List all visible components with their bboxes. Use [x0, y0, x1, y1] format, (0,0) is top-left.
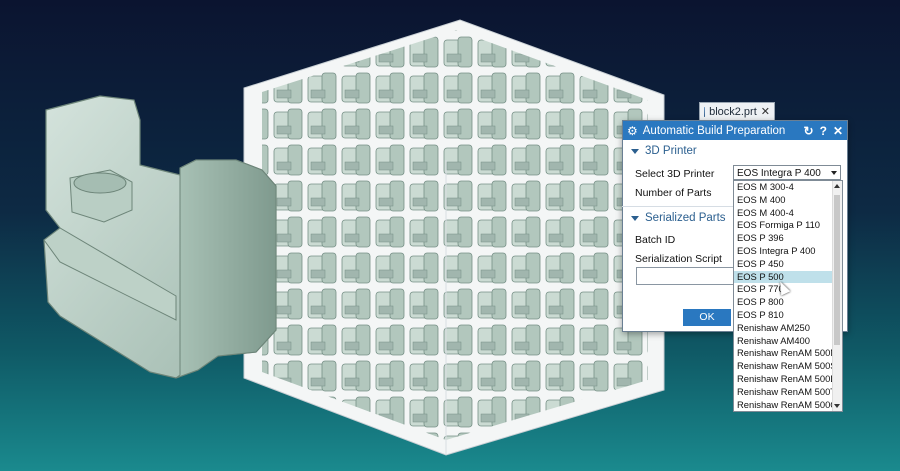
- dropdown-option[interactable]: Renishaw AM250: [734, 322, 842, 335]
- dropdown-option[interactable]: EOS P 450: [734, 258, 842, 271]
- serialized-section-title: Serialized Parts: [645, 212, 726, 224]
- dropdown-option[interactable]: Renishaw AM400: [734, 335, 842, 348]
- file-tab-label: block2.prt: [709, 105, 757, 118]
- file-tab[interactable]: block2.prt ✕: [699, 102, 775, 120]
- section-divider: [622, 206, 734, 207]
- dropdown-option[interactable]: EOS M 400: [734, 194, 842, 207]
- chevron-down-icon: [831, 171, 837, 175]
- close-tab-icon[interactable]: ✕: [761, 105, 770, 118]
- dropdown-option[interactable]: EOS M 300-4: [734, 181, 842, 194]
- scroll-up-icon[interactable]: [834, 184, 840, 188]
- part-file-icon: [704, 106, 706, 117]
- scroll-down-icon[interactable]: [834, 404, 840, 408]
- dropdown-option[interactable]: EOS Integra P 400: [734, 245, 842, 258]
- ok-button[interactable]: OK: [683, 309, 731, 326]
- dropdown-option[interactable]: EOS M 400-4: [734, 207, 842, 220]
- gear-icon: ⚙: [627, 123, 638, 138]
- dropdown-option[interactable]: Renishaw RenAM 500T: [734, 386, 842, 399]
- collapse-triangle-icon: [631, 148, 639, 154]
- reset-icon[interactable]: ↻: [804, 124, 814, 138]
- serialization-script-label: Serialization Script: [635, 252, 722, 265]
- dropdown-option[interactable]: Renishaw RenAM 500M: [734, 347, 842, 360]
- dropdown-option[interactable]: Renishaw RenAM 500Q: [734, 399, 842, 411]
- help-icon[interactable]: ?: [820, 124, 827, 138]
- dropdown-option[interactable]: EOS P 396: [734, 232, 842, 245]
- printer-select-value: EOS Integra P 400: [737, 168, 821, 179]
- printer-section-header[interactable]: 3D Printer: [623, 141, 847, 161]
- dropdown-option[interactable]: EOS Formiga P 110: [734, 219, 842, 232]
- dropdown-option[interactable]: EOS P 500: [734, 270, 842, 284]
- dropdown-option[interactable]: EOS P 810: [734, 309, 842, 322]
- dropdown-option[interactable]: Renishaw RenAM 500D: [734, 373, 842, 386]
- close-icon[interactable]: ✕: [833, 124, 843, 138]
- part-model[interactable]: [43, 95, 277, 379]
- dropdown-option[interactable]: EOS P 800: [734, 296, 842, 309]
- printer-section-title: 3D Printer: [645, 145, 697, 157]
- dropdown-option[interactable]: Renishaw RenAM 500S: [734, 360, 842, 373]
- printer-select[interactable]: EOS Integra P 400: [733, 165, 841, 180]
- number-of-parts-label: Number of Parts: [635, 186, 712, 199]
- collapse-triangle-icon: [631, 215, 639, 221]
- scroll-thumb[interactable]: [834, 195, 840, 345]
- printer-dropdown-list[interactable]: EOS M 300-4 EOS M 400 EOS M 400-4 EOS Formi…: [733, 180, 843, 412]
- dialog-title: Automatic Build Preparation: [642, 124, 786, 137]
- batch-id-label: Batch ID: [635, 233, 676, 246]
- dropdown-scrollbar[interactable]: [832, 181, 842, 411]
- serialization-script-input[interactable]: [636, 267, 736, 285]
- build-volume: [243, 19, 665, 456]
- dialog-titlebar[interactable]: ⚙ Automatic Build Preparation ↻ ? ✕: [623, 121, 847, 140]
- select-printer-label: Select 3D Printer: [635, 167, 715, 180]
